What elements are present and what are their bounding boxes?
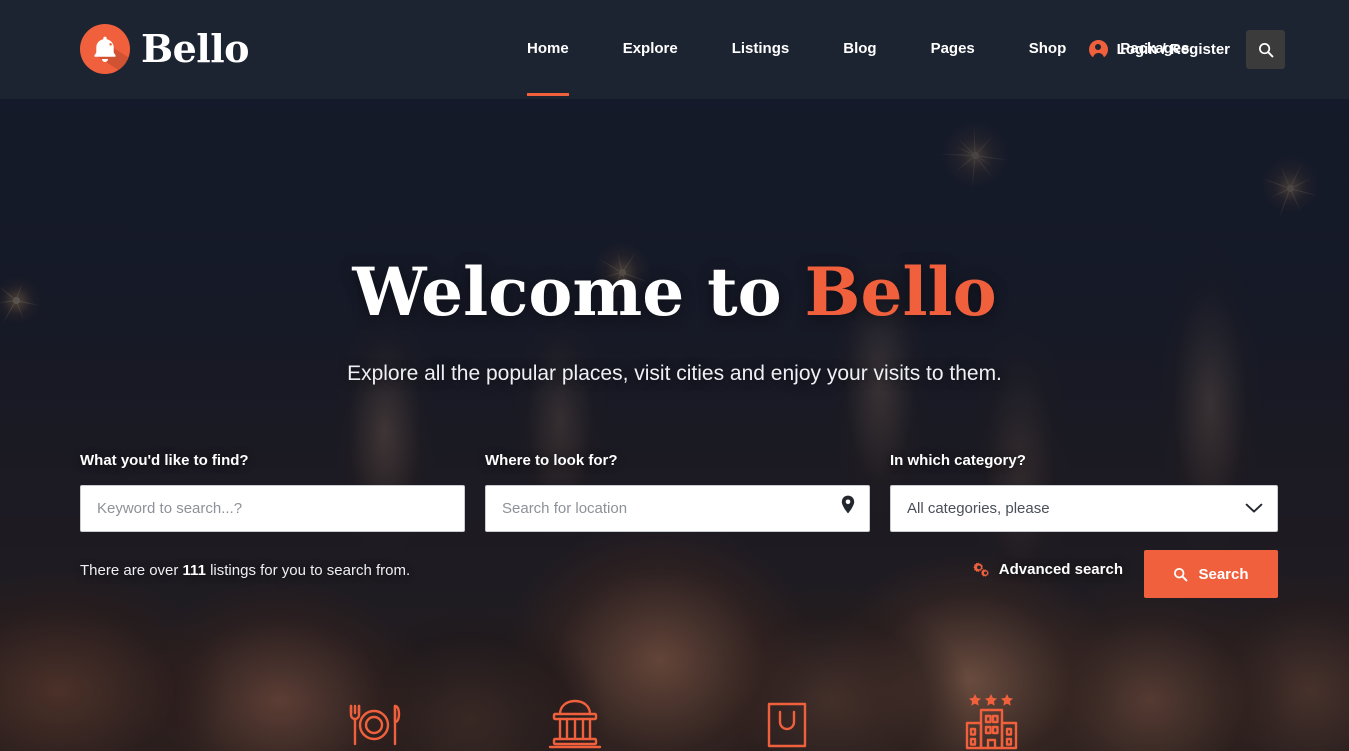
hero-search-form: What you'd like to find? Where to look f…: [80, 452, 1278, 598]
nav-item-blog[interactable]: Blog: [816, 0, 903, 99]
location-input[interactable]: [485, 485, 870, 532]
nav-item-shop[interactable]: Shop: [1002, 0, 1094, 99]
login-register-link[interactable]: Login / Register: [1088, 40, 1230, 59]
listings-note-suffix: listings for you to search from.: [205, 562, 411, 579]
category-icon-strip: [0, 691, 1349, 751]
shopping-bag-icon: [767, 702, 807, 748]
advanced-search-label: Advanced search: [998, 561, 1123, 578]
location-field-group: Where to look for?: [485, 452, 870, 532]
museum-icon: [548, 699, 602, 749]
listings-note-prefix: There are over: [80, 562, 183, 579]
search-button-label: Search: [1198, 565, 1249, 583]
login-register-label: Login / Register: [1116, 41, 1230, 58]
search-input[interactable]: [80, 485, 465, 532]
hero-subtitle: Explore all the popular places, visit ci…: [347, 362, 1002, 385]
category-field-group: In which category? All categories, pleas…: [890, 452, 1278, 532]
search-button[interactable]: Search: [1144, 550, 1278, 598]
nav-item-explore[interactable]: Explore: [596, 0, 705, 99]
category-select[interactable]: All categories, please: [890, 485, 1278, 532]
category-restaurants[interactable]: [345, 698, 403, 751]
nav-item-home[interactable]: Home: [500, 0, 596, 99]
category-shopping[interactable]: [763, 698, 811, 751]
logo-text: Bello: [141, 26, 250, 71]
bell-icon: [80, 24, 130, 74]
keyword-label: What you'd like to find?: [80, 452, 249, 469]
page-title: Welcome to Bello: [0, 253, 1349, 332]
search-fields-row: What you'd like to find? Where to look f…: [80, 452, 1278, 532]
hotel-icon: [965, 694, 1018, 750]
nav-item-pages[interactable]: Pages: [904, 0, 1002, 99]
category-selected-value: All categories, please: [907, 500, 1050, 517]
header-actions: Login / Register: [1088, 30, 1285, 69]
cogs-icon: [973, 561, 989, 577]
category-museums[interactable]: [546, 698, 604, 751]
header-search-button[interactable]: [1246, 30, 1285, 69]
restaurant-icon: [349, 704, 401, 746]
nav-item-listings[interactable]: Listings: [705, 0, 817, 99]
logo[interactable]: Bello: [80, 24, 250, 74]
listings-count-note: There are over 111 listings for you to s…: [80, 562, 410, 579]
user-circle-icon: [1088, 40, 1108, 59]
search-icon: [1174, 567, 1188, 581]
search-icon: [1258, 42, 1273, 57]
advanced-search-link[interactable]: Advanced search: [973, 561, 1123, 578]
hero-title-accent: Bello: [804, 253, 997, 331]
site-header: Bello Home Explore Listings Blog Pages S…: [0, 0, 1349, 99]
listings-count: 111: [182, 562, 206, 579]
category-label: In which category?: [890, 452, 1026, 469]
search-form-footer: There are over 111 listings for you to s…: [80, 550, 1278, 598]
location-label: Where to look for?: [485, 452, 618, 469]
keyword-field-group: What you'd like to find?: [80, 452, 465, 532]
hero-title-lead: Welcome to: [352, 253, 805, 331]
category-hotels[interactable]: [962, 692, 1020, 751]
page-root: Bello Home Explore Listings Blog Pages S…: [0, 0, 1349, 751]
